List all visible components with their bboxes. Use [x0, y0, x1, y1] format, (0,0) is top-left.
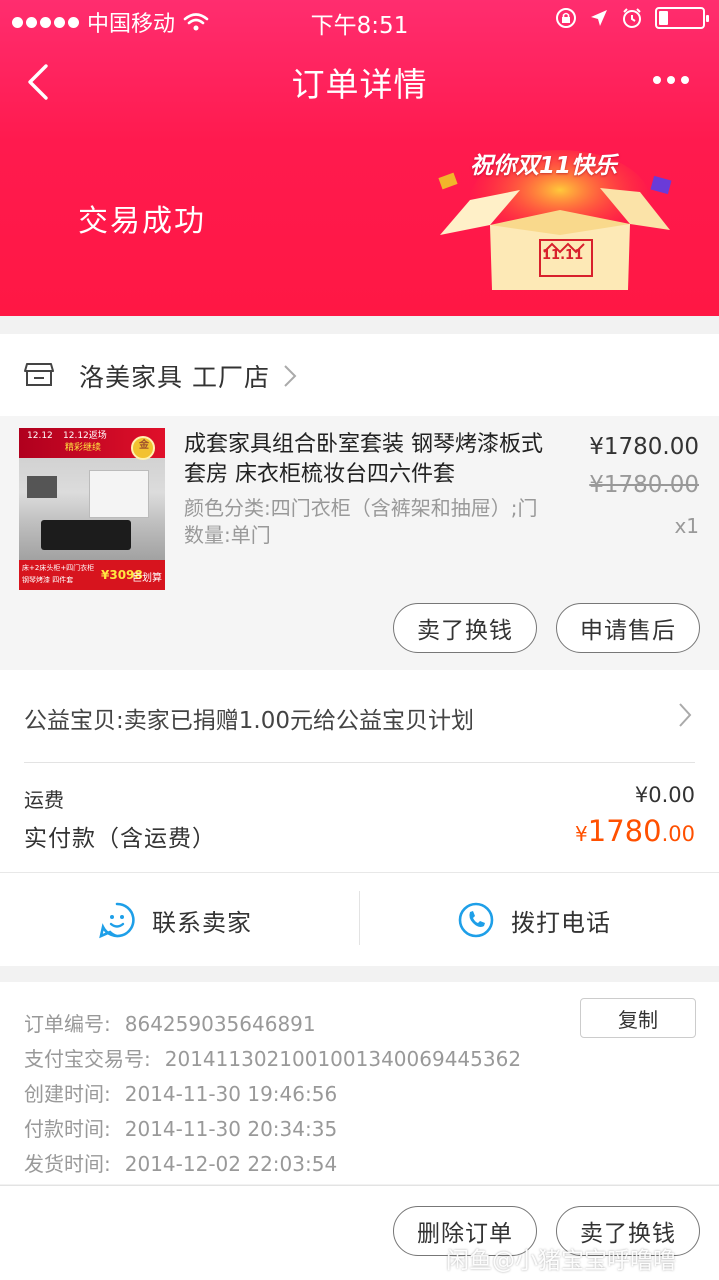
status-icons [555, 7, 709, 29]
order-number-label: 订单编号: [24, 1012, 111, 1036]
chat-face-icon [99, 902, 135, 939]
copy-order-number-button[interactable]: 复制 [580, 998, 696, 1038]
product-spec: 颜色分类:四门衣柜（含裤架和抽屉）;门数量:单门 [184, 496, 538, 547]
phone-icon [458, 902, 494, 938]
order-number-value: 864259035646891 [124, 1012, 316, 1036]
deal-status-text: 交易成功 [78, 204, 206, 239]
promo-slogan: 祝你双11快乐 [470, 153, 618, 179]
thumb-top-text-1: 12.12 [27, 431, 53, 441]
paid-time-label: 付款时间: [24, 1117, 111, 1141]
paid-decimal: .00 [661, 822, 695, 846]
created-time-row: 创建时间: 2014-11-30 19:46:56 [24, 1078, 337, 1107]
product-thumbnail[interactable]: 12.12 12.12返场 精彩继续 金 床+2床头柜+四门衣柜 钢琴烤漆 四件… [19, 428, 165, 590]
paid-integer: 1780 [587, 814, 662, 848]
chevron-right-icon [284, 365, 297, 387]
promo-illustration: 祝你双11快乐 11.11 [430, 140, 690, 300]
order-info: 订单编号: 864259035646891 复制 支付宝交易号: 201411302… [0, 982, 719, 1184]
charity-text: 公益宝贝:卖家已捐赠1.00元给公益宝贝计划 [24, 708, 474, 734]
contact-seller-button[interactable]: 联系卖家 [98, 873, 252, 967]
contact-seller-label: 联系卖家 [152, 908, 252, 937]
shop-name[interactable]: 洛美家具 工厂店 [79, 358, 270, 394]
more-dots-icon[interactable] [653, 62, 697, 98]
order-header: 中国移动 下午8:51 订单详情 交易成功 祝你双11快乐 11.11 [0, 0, 719, 316]
thumb-top-text-2: 12.12返场 [63, 431, 107, 441]
alipay-number-value: 2014113021001001340069445362 [164, 1047, 522, 1071]
paid-time-row: 付款时间: 2014-11-30 20:34:35 [24, 1113, 337, 1142]
thumb-tag: 巨划算 [132, 573, 162, 584]
shipping-label: 运费 [24, 788, 64, 812]
paid-amount-label: 实付款（含运费） [24, 826, 216, 852]
battery-icon [655, 7, 709, 29]
alipay-number-row: 支付宝交易号: 2014113021001001340069445362 [24, 1043, 521, 1072]
after-sale-button[interactable]: 申请售后 [556, 603, 700, 653]
product-original-price: ¥1780.00 [589, 472, 699, 498]
thumb-bottom-text-1: 床+2床头柜+四门衣柜 [22, 564, 95, 572]
order-item[interactable]: 12.12 12.12返场 精彩继续 金 床+2床头柜+四门衣柜 钢琴烤漆 四件… [0, 416, 719, 670]
contact-bar: 联系卖家 拨打电话 [0, 872, 719, 966]
thumb-bottom-text-2: 钢琴烤漆 四件套 [22, 576, 74, 584]
watermark: 闲鱼@小猪宝宝呼噜噜 [446, 1248, 676, 1274]
chevron-right-icon [679, 703, 692, 727]
shipped-time-row: 发货时间: 2014-12-02 22:03:54 [24, 1148, 337, 1177]
product-quantity: x1 [674, 514, 699, 538]
created-time-value: 2014-11-30 19:46:56 [124, 1082, 338, 1106]
thumb-top-text-3: 精彩继续 [65, 443, 102, 453]
rotation-lock-icon [556, 8, 576, 28]
nav-bar: 订单详情 [0, 48, 719, 114]
product-title[interactable]: 成套家具组合卧室套装 钢琴烤漆板式套房 床衣柜梳妆台四六件套 [184, 430, 564, 490]
paid-time-value: 2014-11-30 20:34:35 [124, 1117, 338, 1141]
charity-row[interactable]: 公益宝贝:卖家已捐赠1.00元给公益宝贝计划 [0, 670, 719, 762]
shipped-time-value: 2014-12-02 22:03:54 [124, 1152, 338, 1176]
shipping-value: ¥0.00 [634, 783, 695, 807]
paid-currency: ¥ [575, 822, 588, 846]
product-price: ¥1780.00 [589, 434, 699, 460]
location-arrow-icon [591, 10, 607, 26]
alarm-icon [623, 8, 641, 28]
status-bar: 中国移动 下午8:51 [0, 0, 719, 40]
paid-amount-value: ¥1780.00 [575, 814, 695, 848]
shipped-time-label: 发货时间: [24, 1152, 111, 1176]
created-time-label: 创建时间: [24, 1082, 111, 1106]
alipay-number-label: 支付宝交易号: [24, 1047, 151, 1071]
call-phone-button[interactable]: 拨打电话 [457, 873, 611, 967]
sell-for-cash-button[interactable]: 卖了换钱 [393, 603, 537, 653]
thumb-badge: 金 [139, 440, 149, 451]
shop-row[interactable]: 洛美家具 工厂店 [0, 334, 719, 416]
page-title: 订单详情 [291, 65, 428, 104]
order-number-row: 订单编号: 864259035646891 [24, 1008, 316, 1037]
fee-summary: 运费 ¥0.00 实付款（含运费） ¥1780.00 [0, 762, 719, 872]
promo-badge: 11.11 [542, 248, 584, 263]
store-icon [24, 363, 54, 386]
call-phone-label: 拨打电话 [511, 908, 611, 937]
